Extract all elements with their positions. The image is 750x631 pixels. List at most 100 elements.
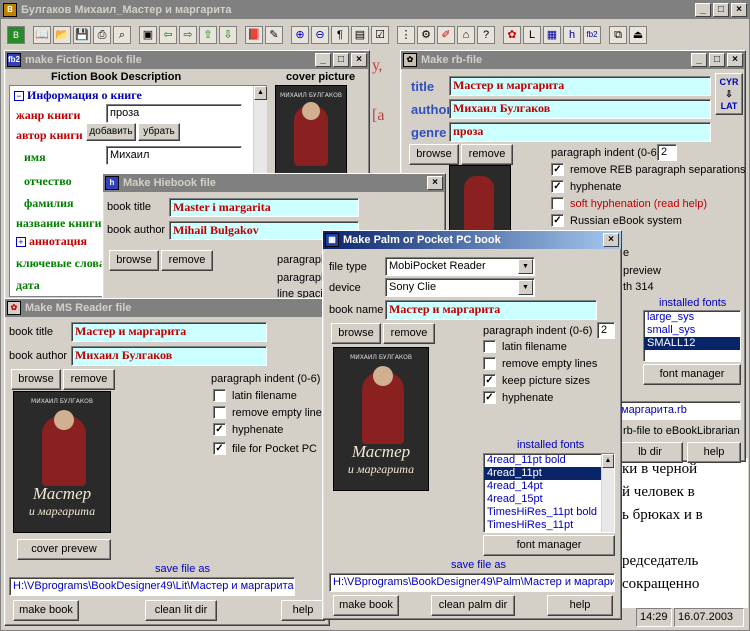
font-item[interactable]: small_sys bbox=[644, 324, 740, 337]
font-item[interactable]: TimesHiRes_11pt bbox=[484, 519, 614, 532]
help-icon[interactable]: ? bbox=[477, 26, 495, 44]
palm-latin-filename-checkbox[interactable]: latin filename bbox=[483, 340, 567, 353]
book-icon[interactable]: 📕 bbox=[245, 26, 263, 44]
arrow-right-icon[interactable]: ⇨ bbox=[179, 26, 197, 44]
ms-help-button[interactable]: help bbox=[281, 600, 325, 621]
rb-genre-input[interactable]: проза bbox=[449, 122, 711, 142]
palm-font-manager-button[interactable]: font manager bbox=[483, 535, 615, 556]
palm-hyphenate-checkbox[interactable]: ✓ hyphenate bbox=[483, 391, 553, 404]
remove-author-button[interactable]: убрать bbox=[138, 123, 180, 141]
rb-title-input[interactable]: Мастер и маргарита bbox=[449, 76, 711, 96]
ms-remove-button[interactable]: remove bbox=[63, 369, 115, 390]
ms-clean-dir-button[interactable]: clean lit dir bbox=[145, 600, 217, 621]
close-button[interactable]: × bbox=[731, 3, 747, 17]
maximize-button[interactable]: □ bbox=[333, 53, 349, 67]
palm-indent-input[interactable]: 2 bbox=[597, 322, 615, 339]
close-button[interactable]: × bbox=[603, 233, 619, 247]
palm-clean-dir-button[interactable]: clean palm dir bbox=[431, 595, 515, 616]
palm-make-book-button[interactable]: make book bbox=[333, 595, 399, 616]
ms-book-author-input[interactable]: Михаил Булгаков bbox=[71, 346, 267, 366]
close-button[interactable]: × bbox=[427, 176, 443, 190]
hiebook-book-title-input[interactable]: Master i margarita bbox=[169, 198, 359, 217]
palm-fonts-scrollbar[interactable]: ▲ bbox=[601, 454, 614, 532]
rb-browse-button[interactable]: browse bbox=[409, 144, 459, 165]
annotation-item[interactable]: + аннотация bbox=[16, 234, 87, 249]
maximize-button[interactable]: □ bbox=[713, 3, 729, 17]
rb-help-button[interactable]: help bbox=[687, 442, 741, 463]
rb-author-input[interactable]: Михаил Булгаков bbox=[449, 99, 711, 119]
font-item[interactable]: 4read_14pt bbox=[484, 480, 614, 493]
ms-pocket-pc-checkbox[interactable]: ✓ file for Pocket PC bbox=[213, 442, 317, 455]
rb-font-manager-button[interactable]: font manager bbox=[643, 364, 741, 385]
open-book-icon[interactable]: 📖 bbox=[33, 26, 51, 44]
font-item[interactable]: 4read_11pt bold bbox=[484, 454, 614, 467]
grid-icon[interactable]: ▦ bbox=[543, 26, 561, 44]
checkbox-icon[interactable]: ☑ bbox=[371, 26, 389, 44]
rb-soft-hyphen-checkbox[interactable]: soft hyphenation (read help) bbox=[551, 197, 707, 210]
rb-save-input[interactable]: маргарита.rb bbox=[617, 401, 741, 420]
ms-cover-preview-button[interactable]: cover prevew bbox=[17, 539, 111, 560]
ms-hyphenate-checkbox[interactable]: ✓ hyphenate bbox=[213, 423, 283, 436]
palm-remove-button[interactable]: remove bbox=[383, 323, 435, 344]
minimize-button[interactable]: _ bbox=[315, 53, 331, 67]
find-icon[interactable]: ⌕ bbox=[113, 26, 131, 44]
minimize-button[interactable]: _ bbox=[691, 53, 707, 67]
zoom-in-icon[interactable]: ⊕ bbox=[291, 26, 309, 44]
palm-help-button[interactable]: help bbox=[547, 595, 613, 616]
cyr-lat-toggle[interactable]: CYR ⇩ LAT bbox=[715, 73, 743, 115]
save-icon[interactable]: 💾 bbox=[73, 26, 91, 44]
zoom-out-icon[interactable]: ⊖ bbox=[311, 26, 329, 44]
scroll-up-icon[interactable]: ▲ bbox=[254, 86, 267, 100]
open-file-icon[interactable]: 📂 bbox=[53, 26, 71, 44]
font-item[interactable]: 4read_15pt bbox=[484, 493, 614, 506]
palm-browse-button[interactable]: browse bbox=[331, 323, 381, 344]
close-button[interactable]: × bbox=[727, 53, 743, 67]
palm-keep-picture-sizes-checkbox[interactable]: ✓ keep picture sizes bbox=[483, 374, 590, 387]
hiebook-browse-button[interactable]: browse bbox=[109, 250, 159, 271]
font-item[interactable]: SMALL12 bbox=[644, 337, 740, 350]
fb2-icon[interactable]: fb2 bbox=[583, 26, 601, 44]
add-author-button[interactable]: добавить bbox=[86, 123, 136, 141]
chevron-down-icon[interactable]: ▼ bbox=[518, 280, 533, 295]
text-icon[interactable]: ¶ bbox=[331, 26, 349, 44]
rb-russian-system-checkbox[interactable]: ✓ Russian eBook system bbox=[551, 214, 682, 227]
ms-remove-empty-lines-checkbox[interactable]: remove empty lines bbox=[213, 406, 327, 419]
palm-file-type-select[interactable]: MobiPocket Reader ▼ bbox=[385, 257, 535, 276]
scroll-up-icon[interactable]: ▲ bbox=[602, 454, 614, 468]
maximize-button[interactable]: □ bbox=[709, 53, 725, 67]
ms-save-input[interactable]: H:\VBprograms\BookDesigner49\Lit\Мастер … bbox=[9, 577, 295, 596]
font-item[interactable]: 4read_11pt bbox=[484, 467, 614, 480]
minimize-button[interactable]: _ bbox=[695, 3, 711, 17]
name-input[interactable]: Михаил bbox=[106, 146, 242, 165]
collapse-icon[interactable]: − bbox=[14, 91, 24, 101]
window-icon[interactable]: ⧉ bbox=[609, 26, 627, 44]
font-item[interactable]: large_sys bbox=[644, 311, 740, 324]
palm-remove-empty-lines-checkbox[interactable]: remove empty lines bbox=[483, 357, 597, 370]
ms-book-title-input[interactable]: Мастер и маргарита bbox=[71, 322, 267, 342]
close-button[interactable]: × bbox=[351, 53, 367, 67]
gear-icon[interactable]: ⚙ bbox=[417, 26, 435, 44]
rb-remove-separations-checkbox[interactable]: ✓ remove REB paragraph separations bbox=[551, 163, 745, 176]
print-icon[interactable]: ⎙ bbox=[93, 26, 111, 44]
tree-icon[interactable]: ⋮ bbox=[397, 26, 415, 44]
palm-fonts-list[interactable]: 4read_11pt bold 4read_11pt 4read_14pt 4r… bbox=[483, 453, 615, 533]
exit-icon[interactable]: ⏏ bbox=[629, 26, 647, 44]
rb-hyphenate-checkbox[interactable]: ✓ hyphenate bbox=[551, 180, 621, 193]
expand-icon[interactable]: + bbox=[16, 237, 26, 247]
picture-icon[interactable]: ▤ bbox=[351, 26, 369, 44]
hiebook-remove-button[interactable]: remove bbox=[161, 250, 213, 271]
brush-icon[interactable]: ✐ bbox=[437, 26, 455, 44]
arrow-up-icon[interactable]: ⇧ bbox=[199, 26, 217, 44]
rb-fonts-list[interactable]: large_sys small_sys SMALL12 bbox=[643, 310, 741, 362]
palm-book-name-input[interactable]: Мастер и маргарита bbox=[385, 300, 597, 320]
tag-icon[interactable]: ⌂ bbox=[457, 26, 475, 44]
ms-browse-button[interactable]: browse bbox=[11, 369, 61, 390]
genre-input[interactable]: проза bbox=[106, 104, 242, 123]
ms-make-book-button[interactable]: make book bbox=[13, 600, 79, 621]
edit-icon[interactable]: ✎ bbox=[265, 26, 283, 44]
rb-remove-button[interactable]: remove bbox=[461, 144, 513, 165]
ms-latin-filename-checkbox[interactable]: latin filename bbox=[213, 389, 297, 402]
image-icon[interactable]: ▣ bbox=[139, 26, 157, 44]
chevron-down-icon[interactable]: ▼ bbox=[518, 259, 533, 274]
arrow-down-icon[interactable]: ⇩ bbox=[219, 26, 237, 44]
